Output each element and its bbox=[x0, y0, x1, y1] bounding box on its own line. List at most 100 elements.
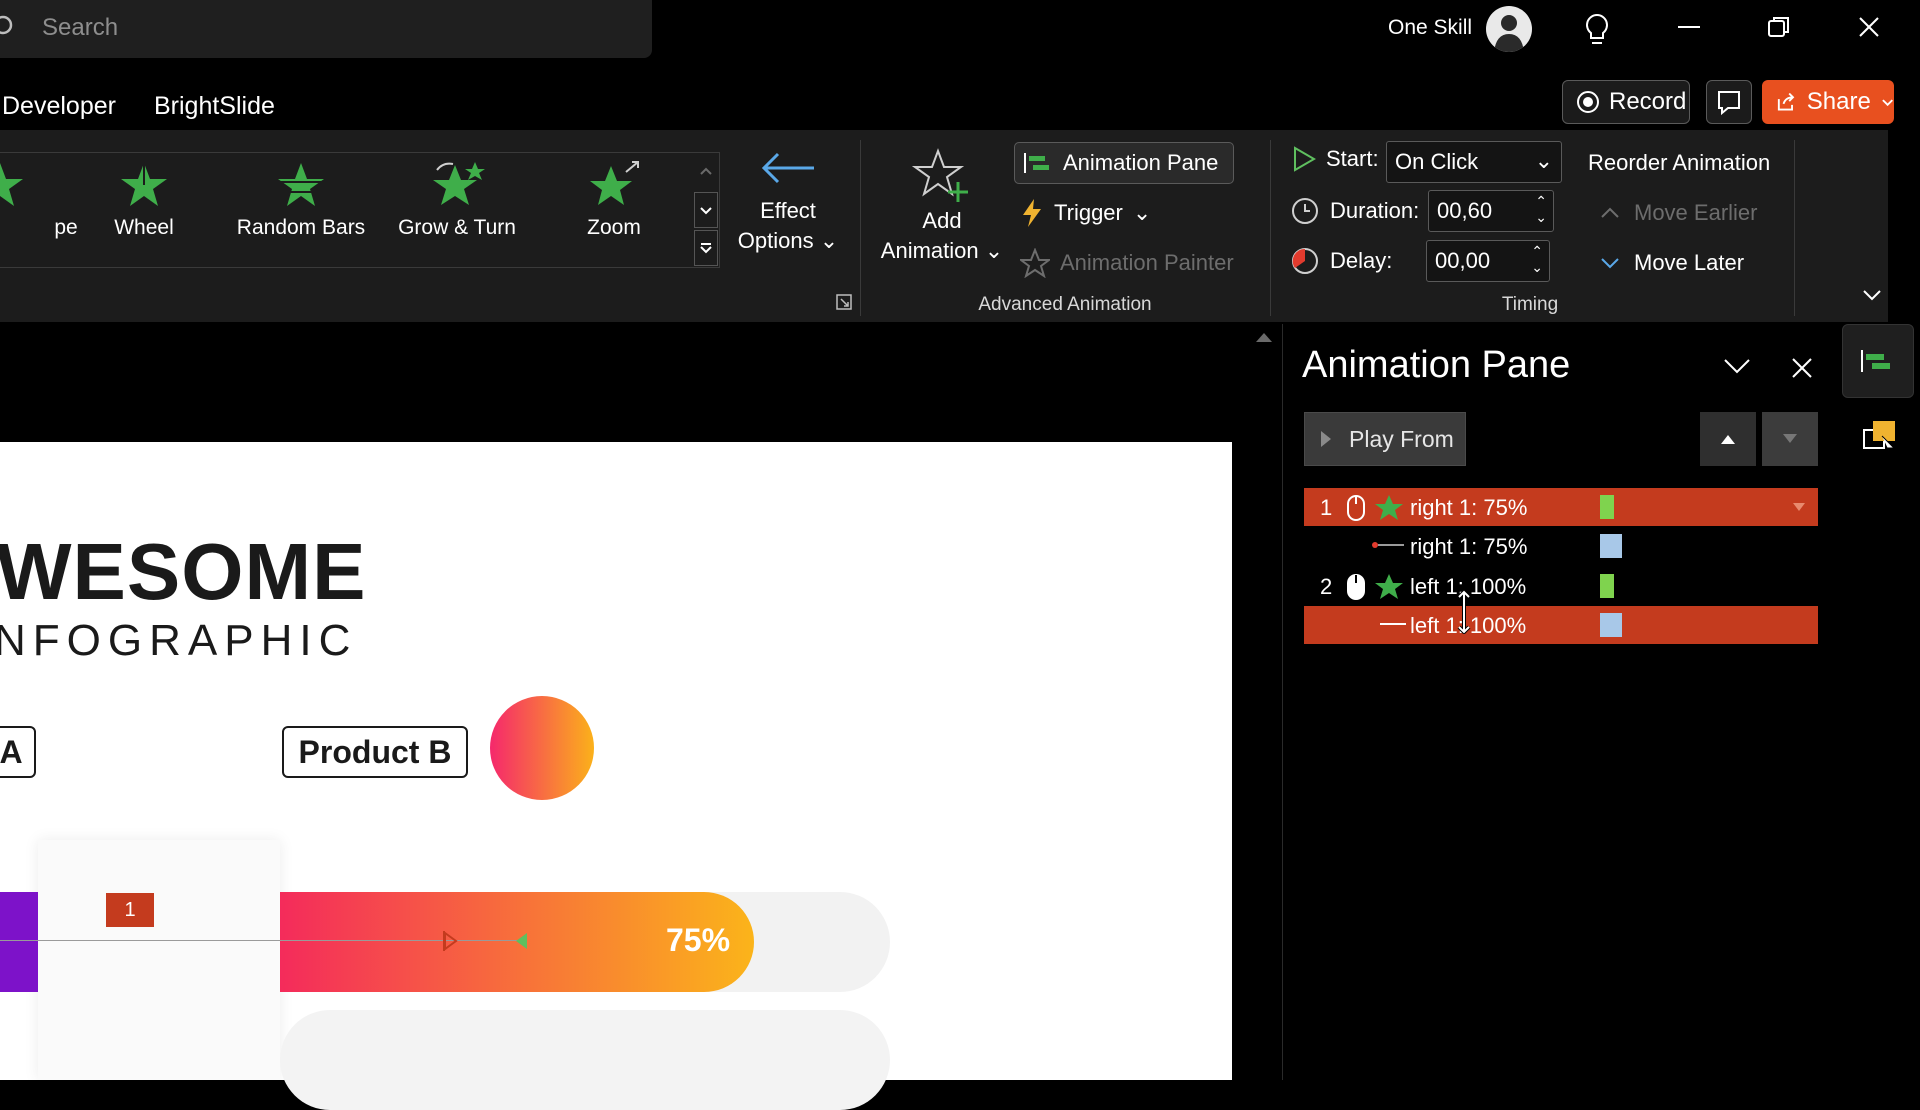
close-icon[interactable] bbox=[1790, 356, 1814, 380]
gallery-item-zoom[interactable]: Zoom bbox=[539, 160, 689, 240]
search-box[interactable]: Search bbox=[0, 0, 652, 58]
motion-path-icon bbox=[1372, 542, 1404, 548]
move-down-button[interactable] bbox=[1762, 412, 1818, 466]
product-a-panel[interactable] bbox=[38, 840, 280, 1080]
effect-options-button[interactable]: Effect Options ⌄ bbox=[728, 148, 848, 256]
group-label-timing: Timing bbox=[1501, 294, 1559, 315]
user-name: One Skill bbox=[1388, 16, 1473, 39]
start-label: Start: bbox=[1326, 146, 1379, 171]
animation-pane-button[interactable]: Animation Pane bbox=[1014, 142, 1234, 184]
animation-row[interactable]: 2 left 1: 100% bbox=[1304, 567, 1818, 605]
chevron-down-icon: ⌄ bbox=[819, 228, 839, 253]
move-later-button[interactable]: Move Later bbox=[1600, 250, 1744, 276]
share-label: Share bbox=[1806, 88, 1871, 115]
gallery-item-label: Random Bars bbox=[236, 216, 366, 239]
comment-icon bbox=[1718, 91, 1740, 116]
add-animation-button[interactable]: Add Animation ⌄ bbox=[872, 148, 1012, 266]
record-label: Record bbox=[1609, 88, 1687, 115]
delay-field[interactable]: 00,00 ⌃ ⌄ bbox=[1426, 240, 1550, 282]
delay-label: Delay: bbox=[1330, 248, 1393, 273]
slide-title[interactable]: WESOME bbox=[0, 526, 366, 618]
product-b-percent[interactable]: 75% bbox=[666, 922, 730, 959]
gallery-scroll-down[interactable] bbox=[694, 192, 718, 228]
animation-row[interactable]: 1 right 1: 75% bbox=[1304, 488, 1818, 526]
chevron-down-icon: ⌄ bbox=[1132, 200, 1152, 225]
record-button[interactable]: Record bbox=[1562, 80, 1690, 124]
row-number: 1 bbox=[1320, 495, 1333, 520]
gallery-more[interactable] bbox=[694, 230, 718, 266]
triangle-down-icon bbox=[1783, 434, 1797, 443]
search-input[interactable]: Search bbox=[42, 14, 118, 42]
random-bars-star-icon bbox=[278, 163, 324, 206]
gallery-item-random-bars[interactable]: Random Bars bbox=[226, 160, 376, 240]
animation-row[interactable]: left 1: 100% bbox=[1304, 606, 1818, 644]
group-label-advanced-animation: Advanced Animation bbox=[978, 294, 1152, 315]
spinner-icon[interactable]: ⌃ ⌄ bbox=[1531, 243, 1543, 275]
duration-field[interactable]: 00,60 ⌃ ⌄ bbox=[1428, 190, 1554, 232]
gallery-item-label: Zoom bbox=[587, 216, 641, 239]
ribbon-collapse-icon[interactable] bbox=[1862, 288, 1882, 302]
play-from-label: Play From bbox=[1349, 425, 1454, 452]
minimize-icon[interactable] bbox=[1676, 14, 1702, 40]
record-icon bbox=[1577, 91, 1599, 113]
next-bar-track[interactable] bbox=[280, 1010, 890, 1110]
move-earlier-button[interactable]: Move Earlier bbox=[1600, 200, 1757, 226]
chevron-down-icon[interactable] bbox=[1722, 356, 1752, 376]
start-select[interactable]: On Click ⌄ bbox=[1386, 141, 1562, 183]
motion-path-end-icon[interactable] bbox=[442, 930, 458, 952]
selection-pane-icon[interactable] bbox=[1862, 420, 1898, 454]
move-up-button[interactable] bbox=[1700, 412, 1756, 466]
chevron-down-icon: ⌄ bbox=[1534, 148, 1553, 173]
motion-path-start-icon[interactable] bbox=[514, 930, 530, 952]
motion-path-icon bbox=[1380, 623, 1406, 625]
arrow-left-icon bbox=[761, 152, 814, 184]
animation-painter-button[interactable]: Animation Painter bbox=[1020, 248, 1234, 278]
close-icon[interactable] bbox=[1856, 14, 1882, 40]
share-button[interactable]: Share bbox=[1762, 80, 1894, 124]
gallery-item-wheel[interactable]: Wheel bbox=[69, 160, 219, 240]
play-icon bbox=[1294, 146, 1316, 172]
slide-subtitle[interactable]: NFOGRAPHIC bbox=[0, 616, 357, 666]
spinner-icon[interactable]: ⌃ ⌄ bbox=[1535, 193, 1547, 225]
timeline-bar bbox=[1600, 613, 1622, 637]
play-icon bbox=[1321, 431, 1331, 447]
comments-button[interactable] bbox=[1706, 80, 1752, 124]
dialog-launcher-icon[interactable] bbox=[836, 294, 852, 310]
timeline-bar bbox=[1600, 574, 1614, 598]
tab-brightslide[interactable]: BrightSlide bbox=[154, 92, 275, 121]
chevron-down-icon bbox=[1601, 258, 1619, 269]
timeline-bar bbox=[1600, 534, 1622, 558]
delay-value: 00,00 bbox=[1435, 248, 1491, 273]
triangle-up-icon bbox=[1721, 435, 1735, 444]
rail-animation-pane-button[interactable] bbox=[1842, 324, 1914, 398]
avatar[interactable] bbox=[1486, 6, 1532, 52]
zoom-star-icon bbox=[590, 161, 639, 205]
search-icon bbox=[0, 15, 13, 35]
product-a-label[interactable]: A bbox=[0, 726, 36, 778]
chevron-up-icon bbox=[1601, 207, 1619, 218]
animation-pane-icon bbox=[1861, 350, 1890, 372]
add-animation-label-2: Animation bbox=[880, 238, 979, 263]
animation-row[interactable]: right 1: 75% bbox=[1304, 527, 1818, 565]
gradient-circle[interactable] bbox=[490, 696, 594, 800]
share-icon bbox=[1777, 92, 1795, 111]
play-from-button[interactable]: Play From bbox=[1304, 412, 1466, 466]
product-a-bar[interactable] bbox=[0, 892, 38, 992]
gallery-item-grow-turn[interactable]: Grow & Turn bbox=[382, 160, 532, 240]
effect-options-label: Effect bbox=[760, 198, 816, 223]
gallery-scroll-up[interactable] bbox=[694, 154, 718, 190]
duration-row: Duration: bbox=[1290, 196, 1419, 226]
trigger-button[interactable]: Trigger ⌄ bbox=[1020, 198, 1151, 228]
restore-icon[interactable] bbox=[1766, 14, 1792, 40]
gallery-scroll bbox=[694, 154, 720, 266]
lightbulb-icon[interactable] bbox=[1582, 12, 1612, 48]
mouse-click-icon bbox=[1347, 574, 1365, 600]
animation-tag[interactable]: 1 bbox=[106, 893, 154, 927]
chevron-down-icon[interactable] bbox=[1792, 502, 1806, 512]
tab-developer[interactable]: Developer bbox=[2, 92, 116, 121]
product-b-label[interactable]: Product B bbox=[282, 726, 468, 778]
animation-painter-icon bbox=[1020, 248, 1050, 278]
chevron-up-icon bbox=[700, 167, 712, 175]
scroll-up-icon[interactable] bbox=[1254, 330, 1274, 344]
gallery-item-partial[interactable]: pe bbox=[0, 160, 78, 240]
